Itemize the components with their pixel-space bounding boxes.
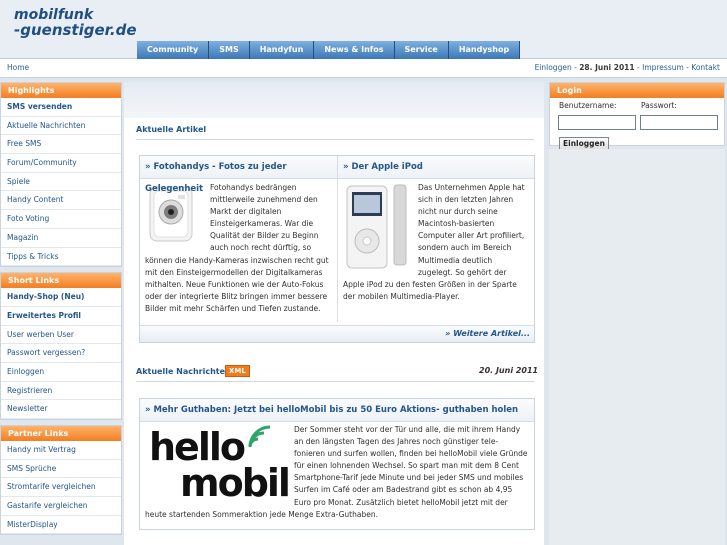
nav-tab-service[interactable]: Service bbox=[394, 41, 449, 59]
username-label: Benutzername: bbox=[559, 101, 617, 110]
sidebar-item-erweitertes-profil[interactable]: Erweitertes Profil bbox=[1, 307, 121, 326]
logo-line-2: -guenstiger.de bbox=[14, 21, 137, 39]
more-articles-link[interactable]: » Weitere Artikel... bbox=[445, 329, 534, 338]
article-headline[interactable]: » Fotohandys - Fotos zu jeder Gelegenhei… bbox=[140, 156, 337, 194]
sidebar-box-short-links: Short Links Handy-Shop (Neu) Erweitertes… bbox=[0, 272, 122, 420]
sidebar-item-spiele[interactable]: Spiele bbox=[1, 173, 121, 192]
sidebar-item-forum[interactable]: Forum/Community bbox=[1, 154, 121, 173]
site-header: mobilfunk -guenstiger.de Community SMS H… bbox=[0, 0, 727, 59]
sidebar-heading-partner-links: Partner Links bbox=[1, 426, 121, 441]
news-item: » Mehr Guthaben: Jetzt bei helloMobil bi… bbox=[139, 398, 535, 530]
more-articles-bar: » Weitere Artikel... bbox=[140, 325, 534, 342]
right-column-background bbox=[549, 149, 725, 545]
top-login-link[interactable]: Einloggen bbox=[535, 63, 572, 72]
nav-tab-sms[interactable]: SMS bbox=[209, 41, 250, 59]
signal-waves-icon bbox=[248, 425, 271, 448]
news-date: 20. Juni 2011 bbox=[479, 366, 539, 375]
news-body: hello mobil Der Sommer steht vor der Tür… bbox=[140, 422, 534, 521]
login-heading: Login bbox=[550, 83, 724, 98]
username-input[interactable] bbox=[558, 115, 636, 130]
ipod-image[interactable] bbox=[344, 183, 412, 271]
breadcrumb-bar: Home Einloggen - 28. Juni 2011 - Impress… bbox=[0, 59, 727, 78]
sidebar-item-passwort[interactable]: Passwort vergessen? bbox=[1, 344, 121, 363]
password-input[interactable] bbox=[640, 115, 718, 130]
current-date: 28. Juni 2011 bbox=[579, 63, 635, 72]
main-content: Aktuelle Artikel » Fotohandys - Fotos zu… bbox=[124, 82, 544, 545]
hellomobil-logo[interactable]: hello mobil bbox=[146, 425, 291, 505]
hellomobil-logo-text-2: mobil bbox=[180, 461, 291, 505]
xml-feed-badge[interactable]: XML bbox=[225, 365, 250, 377]
password-label: Passwort: bbox=[641, 101, 677, 110]
impressum-link[interactable]: Impressum bbox=[642, 63, 684, 72]
sidebar-heading-highlights: Highlights bbox=[1, 83, 121, 98]
article-card-fotohandys: » Fotohandys - Fotos zu jeder Gelegenhei… bbox=[140, 156, 338, 322]
sidebar-item-sms-versenden[interactable]: SMS versenden bbox=[1, 98, 121, 117]
sidebar-box-partner-links: Partner Links Handy mit Vertrag SMS Sprü… bbox=[0, 425, 122, 536]
nav-tab-news-infos[interactable]: News & Infos bbox=[314, 41, 395, 59]
news-headline[interactable]: » Mehr Guthaben: Jetzt bei helloMobil bi… bbox=[140, 399, 534, 422]
breadcrumb-home[interactable]: Home bbox=[7, 63, 29, 72]
site-logo[interactable]: mobilfunk -guenstiger.de bbox=[14, 8, 137, 38]
main-nav: Community SMS Handyfun News & Infos Serv… bbox=[137, 41, 521, 59]
nav-tab-handyshop[interactable]: Handyshop bbox=[448, 41, 521, 59]
left-sidebar: Highlights SMS versenden Aktuelle Nachri… bbox=[0, 82, 122, 540]
sidebar-item-misterdisplay[interactable]: MisterDisplay bbox=[1, 516, 121, 535]
article-card-ipod: » Der Apple iPod Das Unternehmen Apple h… bbox=[338, 156, 534, 322]
kontakt-link[interactable]: Kontakt bbox=[691, 63, 720, 72]
articles-grid: » Fotohandys - Fotos zu jeder Gelegenhei… bbox=[139, 155, 535, 343]
sidebar-item-tipps[interactable]: Tipps & Tricks bbox=[1, 248, 121, 267]
sidebar-item-handy-content[interactable]: Handy Content bbox=[1, 191, 121, 211]
section-title-articles: Aktuelle Artikel bbox=[136, 125, 207, 134]
login-box: Login Benutzername: Passwort: Einloggen bbox=[549, 82, 725, 151]
sidebar-item-magazin[interactable]: Magazin bbox=[1, 229, 121, 248]
nav-tab-community[interactable]: Community bbox=[137, 41, 210, 59]
divider bbox=[136, 381, 534, 382]
article-body: Das Unternehmen Apple hat sich in den le… bbox=[338, 179, 534, 303]
sidebar-item-gastarife[interactable]: Gastarife vergleichen bbox=[1, 497, 121, 516]
nav-tab-handyfun[interactable]: Handyfun bbox=[249, 41, 315, 59]
sidebar-heading-short-links: Short Links bbox=[1, 273, 121, 289]
sidebar-item-foto-voting[interactable]: Foto Voting bbox=[1, 210, 121, 229]
sidebar-item-user-werben[interactable]: User werben User bbox=[1, 326, 121, 345]
sidebar-item-newsletter[interactable]: Newsletter bbox=[1, 400, 121, 419]
sidebar-item-einloggen[interactable]: Einloggen bbox=[1, 363, 121, 382]
banner-area bbox=[124, 82, 544, 118]
sidebar-item-handy-shop[interactable]: Handy-Shop (Neu) bbox=[1, 288, 121, 307]
sidebar-item-stromtarife[interactable]: Stromtarife vergleichen bbox=[1, 478, 121, 498]
sidebar-item-free-sms[interactable]: Free SMS bbox=[1, 135, 121, 155]
sidebar-item-aktuelle-nachrichten[interactable]: Aktuelle Nachrichten bbox=[1, 117, 121, 136]
section-title-news: Aktuelle Nachrichten bbox=[136, 367, 231, 376]
sidebar-item-sms-sprueche[interactable]: SMS Sprüche bbox=[1, 460, 121, 479]
sidebar-item-registrieren[interactable]: Registrieren bbox=[1, 382, 121, 401]
article-headline[interactable]: » Der Apple iPod bbox=[338, 156, 534, 179]
sidebar-item-handy-vertrag[interactable]: Handy mit Vertrag bbox=[1, 441, 121, 460]
sidebar-box-highlights: Highlights SMS versenden Aktuelle Nachri… bbox=[0, 82, 122, 268]
top-links: Einloggen - 28. Juni 2011 - Impressum - … bbox=[535, 63, 720, 72]
separator: - bbox=[634, 63, 643, 72]
divider bbox=[136, 139, 534, 140]
